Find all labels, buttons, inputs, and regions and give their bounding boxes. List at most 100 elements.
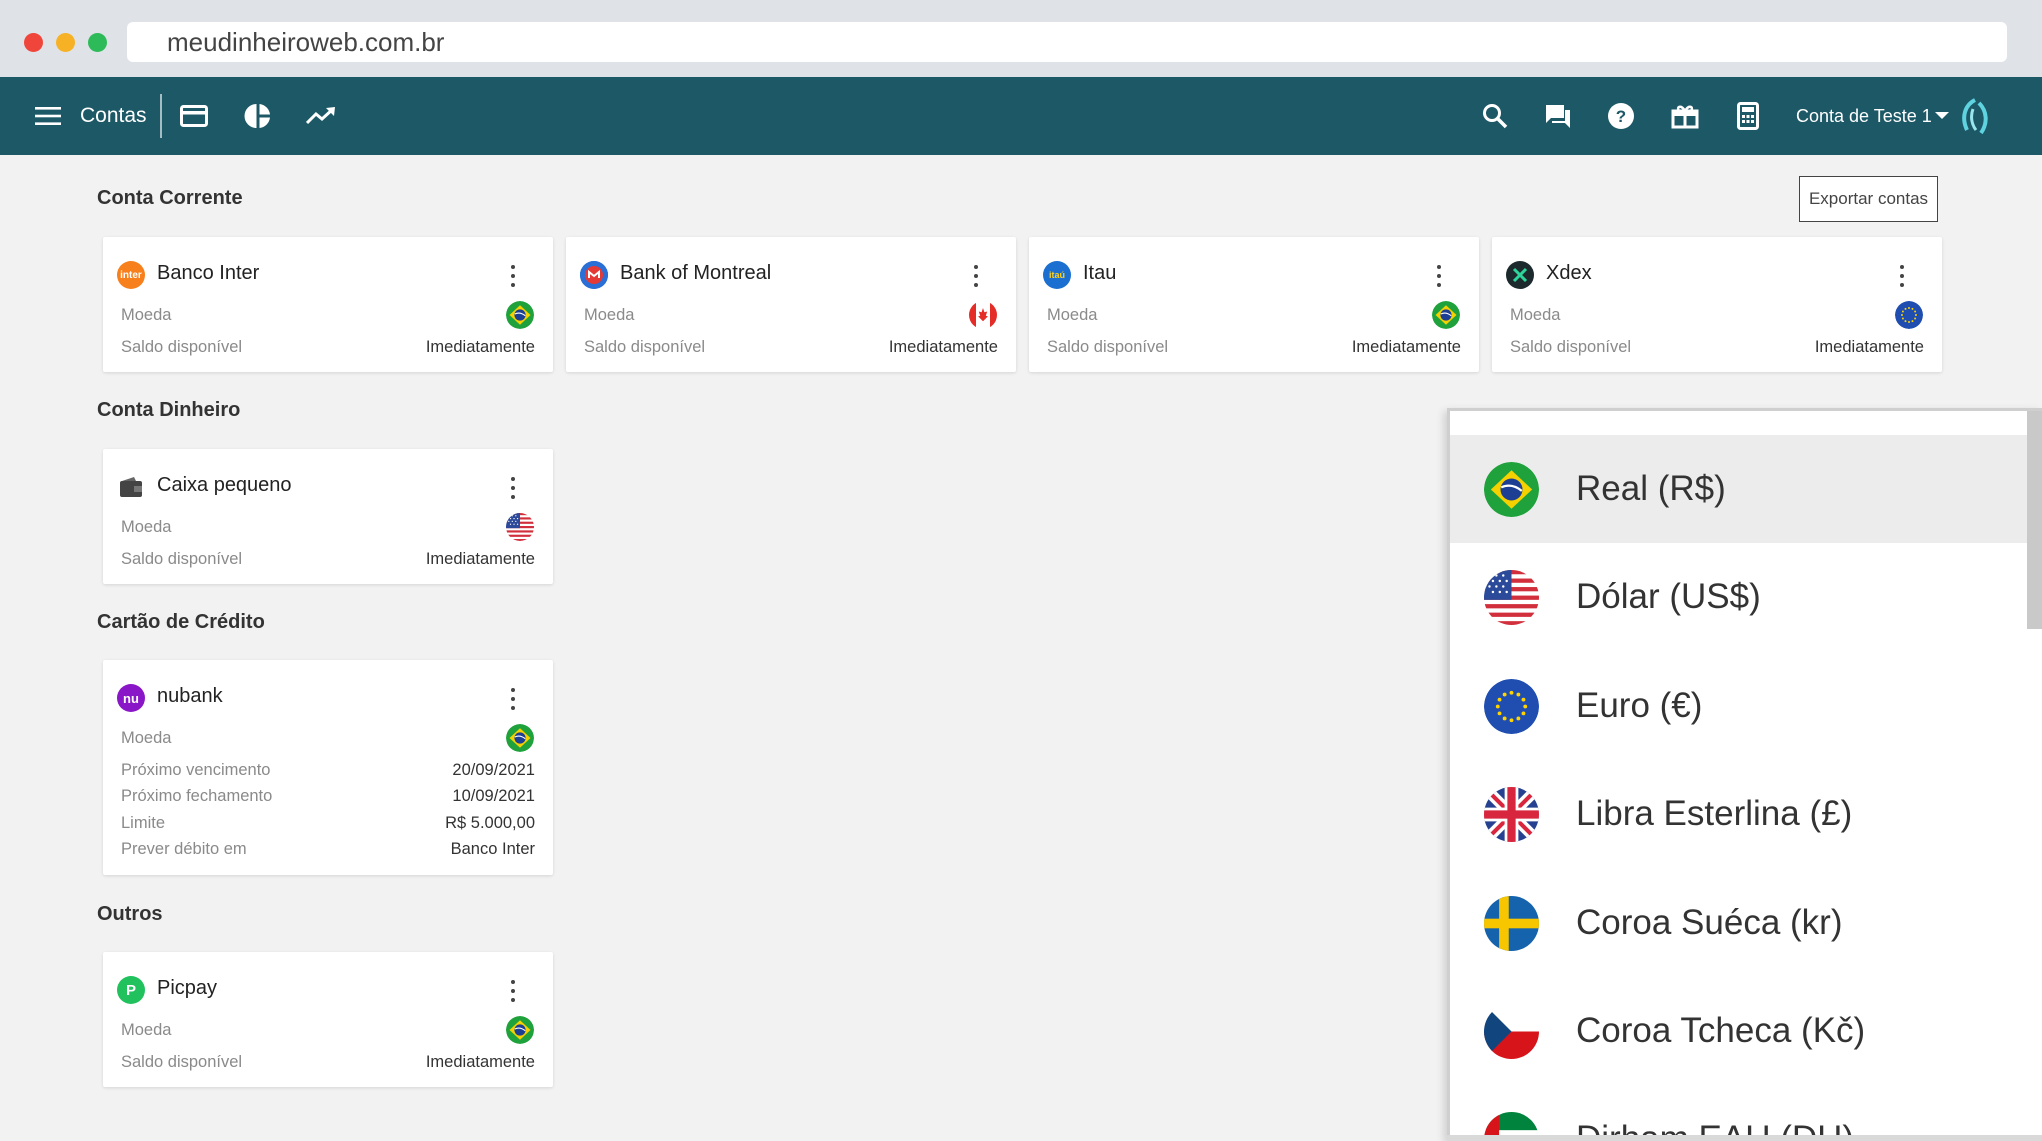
itau-logo: itaú bbox=[1043, 261, 1071, 289]
value: Imediatamente bbox=[425, 1053, 535, 1071]
account-card-nubank[interactable]: nu nubank Moeda Próximo vencimento 20/09/… bbox=[103, 660, 553, 875]
chat-icon[interactable] bbox=[1542, 100, 1574, 132]
browser-chrome: meudinheiroweb.com.br bbox=[0, 0, 2042, 77]
currency-option-coroa-tcheca[interactable]: Coroa Tcheca (Kč) bbox=[1450, 977, 2030, 1085]
label: Limite bbox=[121, 814, 166, 832]
value: 10/09/2021 bbox=[452, 787, 535, 805]
account-card-itau[interactable]: itaú Itau Moeda Saldo disponível Imediata… bbox=[1029, 237, 1479, 372]
trend-icon[interactable] bbox=[305, 100, 337, 132]
account-name: Itau bbox=[1083, 262, 1117, 284]
account-card-caixa-pequeno[interactable]: Caixa pequeno Moeda Saldo disponível Imed… bbox=[103, 449, 553, 584]
label: Prever débito em bbox=[121, 840, 247, 858]
window-maximize-button[interactable] bbox=[88, 33, 107, 52]
currency-row: Moeda bbox=[1047, 306, 1461, 325]
more-options-icon[interactable] bbox=[1434, 261, 1444, 291]
chevron-down-icon[interactable] bbox=[1935, 112, 1949, 119]
account-name: Caixa pequeno bbox=[157, 474, 292, 496]
currency-option-euro[interactable]: Euro (€) bbox=[1450, 652, 2030, 760]
limit-row: Limite R$ 5.000,00 bbox=[121, 814, 535, 833]
account-card-picpay[interactable]: P Picpay Moeda Saldo disponível Imediatam… bbox=[103, 952, 553, 1087]
dropdown-scrollbar[interactable] bbox=[2027, 411, 2042, 629]
app-bar: Contas ? Conta de Teste 1 bbox=[0, 77, 2042, 155]
currency-option-dolar[interactable]: Dólar (US$) bbox=[1450, 543, 2030, 651]
label: Saldo disponível bbox=[121, 550, 243, 568]
usa-flag-icon bbox=[506, 513, 534, 541]
divider bbox=[160, 94, 162, 138]
section-title-conta-corrente: Conta Corrente bbox=[97, 187, 243, 209]
account-card-xdex[interactable]: Xdex Moeda Saldo disponível Imediatamente bbox=[1492, 237, 1942, 372]
window-close-button[interactable] bbox=[24, 33, 43, 52]
account-selector[interactable]: Conta de Teste 1 bbox=[1796, 77, 1932, 155]
more-options-icon[interactable] bbox=[508, 473, 518, 503]
closing-date-row: Próximo fechamento 10/09/2021 bbox=[121, 787, 535, 806]
currency-row: Moeda bbox=[121, 518, 535, 537]
option-label: Coroa Tcheca (Kč) bbox=[1576, 1011, 1866, 1050]
label: Moeda bbox=[121, 306, 172, 324]
balance-row: Saldo disponível Imediatamente bbox=[584, 338, 998, 357]
account-name: Xdex bbox=[1546, 262, 1592, 284]
label: Saldo disponível bbox=[121, 1053, 243, 1071]
window-minimize-button[interactable] bbox=[56, 33, 75, 52]
url-bar[interactable]: meudinheiroweb.com.br bbox=[127, 22, 2007, 62]
search-icon[interactable] bbox=[1479, 100, 1511, 132]
currency-option-coroa-sueca[interactable]: Coroa Suéca (kr) bbox=[1450, 869, 2030, 977]
gift-icon[interactable] bbox=[1669, 100, 1701, 132]
label: Saldo disponível bbox=[584, 338, 706, 356]
account-card-banco-inter[interactable]: inter Banco Inter Moeda Saldo disponível… bbox=[103, 237, 553, 372]
currency-option-libra[interactable]: Libra Esterlina (£) bbox=[1450, 760, 2030, 868]
value: Imediatamente bbox=[425, 338, 535, 356]
balance-row: Saldo disponível Imediatamente bbox=[1510, 338, 1924, 357]
option-label: Dólar (US$) bbox=[1576, 577, 1761, 616]
more-options-icon[interactable] bbox=[508, 976, 518, 1006]
help-icon[interactable]: ? bbox=[1605, 100, 1637, 132]
currency-option-dirham[interactable]: Dirham EAU (DH) bbox=[1450, 1085, 2030, 1141]
value: Imediatamente bbox=[888, 338, 998, 356]
pie-chart-icon[interactable] bbox=[242, 100, 274, 132]
label: Próximo vencimento bbox=[121, 761, 271, 779]
svg-text:?: ? bbox=[1616, 107, 1626, 126]
currency-row: Moeda bbox=[584, 306, 998, 325]
balance-row: Saldo disponível Imediatamente bbox=[121, 338, 535, 357]
label: Moeda bbox=[121, 518, 172, 536]
due-date-row: Próximo vencimento 20/09/2021 bbox=[121, 761, 535, 780]
option-label: Euro (€) bbox=[1576, 686, 1703, 725]
xdex-logo bbox=[1506, 261, 1534, 289]
option-label: Real (R$) bbox=[1576, 469, 1726, 508]
more-options-icon[interactable] bbox=[508, 261, 518, 291]
page-title: Contas bbox=[80, 104, 147, 127]
value: Banco Inter bbox=[450, 840, 535, 858]
currency-row: Moeda bbox=[121, 1021, 535, 1040]
account-card-bank-of-montreal[interactable]: Bank of Montreal Moeda Saldo disponível I… bbox=[566, 237, 1016, 372]
label: Moeda bbox=[584, 306, 635, 324]
section-title-cartao: Cartão de Crédito bbox=[97, 611, 265, 633]
card-icon[interactable] bbox=[178, 100, 210, 132]
currency-row: Moeda bbox=[121, 306, 535, 325]
more-options-icon[interactable] bbox=[508, 684, 518, 714]
banco-inter-logo: inter bbox=[117, 261, 145, 289]
export-accounts-button[interactable]: Exportar contas bbox=[1799, 176, 1938, 222]
menu-icon[interactable] bbox=[32, 100, 64, 132]
canada-flag-icon bbox=[969, 301, 997, 329]
czech-flag-icon bbox=[1484, 1004, 1539, 1059]
usa-flag-icon bbox=[1484, 570, 1539, 625]
eu-flag-icon bbox=[1895, 301, 1923, 329]
calculator-icon[interactable] bbox=[1732, 100, 1764, 132]
more-options-icon[interactable] bbox=[971, 261, 981, 291]
more-options-icon[interactable] bbox=[1897, 261, 1907, 291]
label: Moeda bbox=[121, 729, 172, 747]
currency-dropdown[interactable]: Real (R$) Dólar (US$) Euro (€) Libra Est… bbox=[1447, 408, 2042, 1141]
label: Próximo fechamento bbox=[121, 787, 273, 805]
value: 20/09/2021 bbox=[452, 761, 535, 779]
brazil-flag-icon bbox=[506, 724, 534, 752]
option-label: Coroa Suéca (kr) bbox=[1576, 903, 1843, 942]
label: Moeda bbox=[1510, 306, 1561, 324]
label: Saldo disponível bbox=[121, 338, 243, 356]
page-edge bbox=[1447, 1135, 2042, 1141]
account-name: nubank bbox=[157, 685, 223, 707]
debit-account-row: Prever débito em Banco Inter bbox=[121, 840, 535, 859]
currency-option-real[interactable]: Real (R$) bbox=[1450, 435, 2030, 543]
brand-logo[interactable] bbox=[1955, 97, 1995, 137]
account-name: Bank of Montreal bbox=[620, 262, 772, 284]
eu-flag-icon bbox=[1484, 679, 1539, 734]
brazil-flag-icon bbox=[506, 301, 534, 329]
